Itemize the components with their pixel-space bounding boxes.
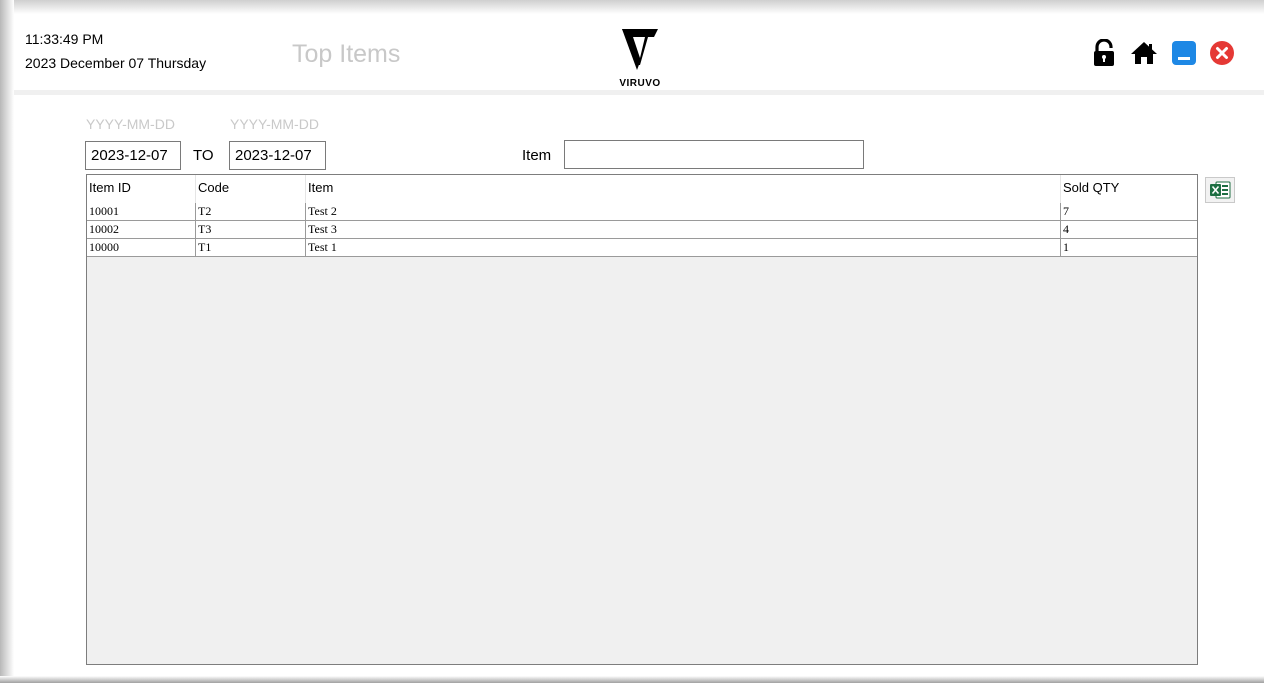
item-search-input[interactable] [564,140,864,169]
lock-button[interactable] [1090,39,1118,67]
item-label: Item [522,147,552,164]
app-window: 11:33:49 PM 2023 December 07 Thursday To… [0,0,1264,683]
table-row[interactable]: 10001 T2 Test 2 7 [87,203,1197,221]
grid-header: Item ID Code Item Sold QTY [87,175,1197,204]
cell-item: Test 3 [306,221,1061,238]
logo-mark-icon [622,29,658,70]
export-excel-button[interactable] [1205,177,1235,203]
excel-icon [1210,181,1231,199]
cell-sold-qty: 1 [1063,240,1069,254]
cell-item: Test 2 [306,203,1061,220]
close-icon [1210,41,1234,65]
minimize-icon [1172,41,1196,65]
table-row[interactable]: 10002 T3 Test 3 4 [87,221,1197,239]
window-shadow-left [0,0,14,683]
cell-sold-qty: 4 [1063,222,1069,236]
cell-item-id: 10002 [87,221,196,238]
cell-item-id: 10001 [87,203,196,220]
window-shadow-top [0,0,1264,14]
from-date-input[interactable]: 2023-12-07 [85,141,181,170]
cell-code: T3 [196,221,306,238]
column-header-code[interactable]: Code [196,175,306,203]
cell-sold-qty: 7 [1063,204,1069,218]
logo-text: VIRUVO [619,78,661,89]
clock-date: 2023 December 07 Thursday [25,55,207,71]
window-shadow-bottom [0,676,1264,683]
viruvo-logo: VIRUVO [612,26,668,90]
close-button[interactable] [1208,39,1236,67]
cell-item-id: 10000 [87,239,196,256]
cell-item: Test 1 [306,239,1061,256]
cell-code: T2 [196,203,306,220]
home-button[interactable] [1130,39,1158,67]
from-date-format-hint: YYYY-MM-DD [86,116,175,132]
lock-icon [1094,39,1114,66]
header-divider [14,90,1264,95]
top-items-grid[interactable]: Item ID Code Item Sold QTY 10001 T2 Test… [86,174,1198,665]
clock-time: 11:33:49 PM [25,31,104,47]
home-icon [1131,42,1157,64]
column-header-item-id[interactable]: Item ID [87,175,196,203]
to-date-input[interactable]: 2023-12-07 [229,141,326,170]
to-date-format-hint: YYYY-MM-DD [230,116,319,132]
minimize-button[interactable] [1170,39,1198,67]
table-row[interactable]: 10000 T1 Test 1 1 [87,239,1197,257]
page-title: Top Items [292,40,401,68]
column-header-sold-qty[interactable]: Sold QTY [1061,175,1197,203]
column-header-item[interactable]: Item [306,175,1061,203]
to-label: TO [193,147,214,164]
cell-code: T1 [196,239,306,256]
